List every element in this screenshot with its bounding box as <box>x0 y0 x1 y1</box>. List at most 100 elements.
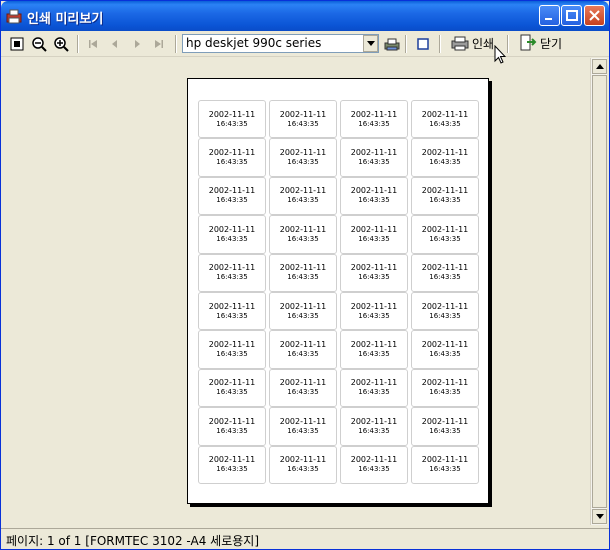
close-preview-button[interactable]: 닫기 <box>519 33 562 53</box>
label-cell: 2002-11-11 16:43:35 <box>340 407 408 446</box>
label-cell: 2002-11-11 16:43:35 <box>411 330 479 369</box>
label-time: 16:43:35 <box>429 234 461 243</box>
vertical-scrollbar[interactable] <box>590 58 607 525</box>
exit-door-icon <box>520 34 537 51</box>
label-time: 16:43:35 <box>358 196 390 205</box>
label-date: 2002-11-11 <box>208 263 256 273</box>
app-icon <box>6 8 22 24</box>
label-date: 2002-11-11 <box>350 186 398 196</box>
label-date: 2002-11-11 <box>279 224 327 234</box>
label-date: 2002-11-11 <box>350 224 398 234</box>
printer-select-dropdown-button[interactable] <box>363 35 378 52</box>
print-button[interactable]: 인쇄 <box>451 33 494 53</box>
previous-page-button[interactable] <box>105 34 125 54</box>
printer-select[interactable]: hp deskjet 990c series <box>182 34 379 53</box>
label-time: 16:43:35 <box>358 119 390 128</box>
label-date: 2002-11-11 <box>208 186 256 196</box>
label-time: 16:43:35 <box>287 234 319 243</box>
label-date: 2002-11-11 <box>421 109 469 119</box>
label-cell: 2002-11-11 16:43:35 <box>269 407 337 446</box>
next-page-button[interactable] <box>127 34 147 54</box>
label-cell: 2002-11-11 16:43:35 <box>411 291 479 331</box>
label-time: 16:43:35 <box>287 311 319 320</box>
zoom-in-button[interactable] <box>51 34 71 54</box>
label-time: 16:43:35 <box>358 465 390 474</box>
label-cell: 2002-11-11 16:43:35 <box>198 368 266 408</box>
label-cell: 2002-11-11 16:43:35 <box>411 176 479 216</box>
last-page-icon <box>155 40 163 48</box>
label-time: 16:43:35 <box>358 311 390 320</box>
first-page-icon <box>89 40 97 48</box>
label-date: 2002-11-11 <box>279 340 327 350</box>
label-time: 16:43:35 <box>216 196 248 205</box>
preview-page: 2002-11-11 16:43:35 2002-11-11 16:43:35 2002… <box>187 78 489 504</box>
label-cell: 2002-11-11 16:43:35 <box>411 138 479 177</box>
label-time: 16:43:35 <box>216 119 248 128</box>
label-time: 16:43:35 <box>429 158 461 167</box>
close-window-button[interactable] <box>584 5 605 26</box>
label-time: 16:43:35 <box>287 158 319 167</box>
label-time: 16:43:35 <box>287 119 319 128</box>
label-time: 16:43:35 <box>358 158 390 167</box>
label-date: 2002-11-11 <box>208 416 256 426</box>
label-cell: 2002-11-11 16:43:35 <box>198 253 266 292</box>
label-cell: 2002-11-11 16:43:35 <box>340 291 408 331</box>
label-date: 2002-11-11 <box>350 378 398 388</box>
scroll-down-button[interactable] <box>592 509 607 524</box>
arrow-up-icon <box>596 64 604 69</box>
chevron-down-icon <box>367 41 375 46</box>
label-cell: 2002-11-11 16:43:35 <box>340 215 408 254</box>
next-page-icon <box>135 40 140 48</box>
scroll-up-button[interactable] <box>592 59 607 74</box>
label-cell: 2002-11-11 16:43:35 <box>340 445 408 484</box>
maximize-button[interactable] <box>561 5 582 26</box>
label-cell: 2002-11-11 16:43:35 <box>411 445 479 484</box>
label-cell: 2002-11-11 16:43:35 <box>269 330 337 369</box>
label-time: 16:43:35 <box>216 388 248 397</box>
toolbar-separator <box>405 35 407 53</box>
zoom-in-icon <box>54 37 69 52</box>
label-time: 16:43:35 <box>287 388 319 397</box>
title-bar[interactable]: 인쇄 미리보기 <box>1 1 609 31</box>
label-time: 16:43:35 <box>429 119 461 128</box>
minimize-icon <box>545 18 552 20</box>
minimize-button[interactable] <box>539 5 560 26</box>
label-time: 16:43:35 <box>429 311 461 320</box>
page-setup-icon <box>417 38 429 50</box>
label-date: 2002-11-11 <box>350 109 398 119</box>
toolbar-separator <box>77 35 79 53</box>
label-date: 2002-11-11 <box>350 301 398 311</box>
label-date: 2002-11-11 <box>350 340 398 350</box>
label-cell: 2002-11-11 16:43:35 <box>269 291 337 331</box>
label-date: 2002-11-11 <box>350 148 398 158</box>
label-time: 16:43:35 <box>429 350 461 359</box>
scroll-thumb[interactable] <box>592 75 607 508</box>
first-page-button[interactable] <box>83 34 103 54</box>
label-cell: 2002-11-11 16:43:35 <box>269 368 337 408</box>
label-time: 16:43:35 <box>358 426 390 435</box>
close-icon <box>589 10 600 21</box>
printer-setup-button[interactable] <box>382 34 402 54</box>
label-date: 2002-11-11 <box>421 263 469 273</box>
arrow-down-icon <box>596 514 604 519</box>
zoom-out-button[interactable] <box>29 34 49 54</box>
one-page-button[interactable] <box>7 34 27 54</box>
page-setup-button[interactable] <box>413 34 433 54</box>
label-time: 16:43:35 <box>358 388 390 397</box>
label-cell: 2002-11-11 16:43:35 <box>411 215 479 254</box>
label-date: 2002-11-11 <box>279 416 327 426</box>
label-date: 2002-11-11 <box>350 263 398 273</box>
label-time: 16:43:35 <box>287 350 319 359</box>
label-date: 2002-11-11 <box>421 148 469 158</box>
label-time: 16:43:35 <box>429 273 461 282</box>
maximize-icon <box>566 10 578 21</box>
label-date: 2002-11-11 <box>279 263 327 273</box>
label-cell: 2002-11-11 16:43:35 <box>269 215 337 254</box>
label-time: 16:43:35 <box>358 234 390 243</box>
last-page-button[interactable] <box>149 34 169 54</box>
label-date: 2002-11-11 <box>421 455 469 465</box>
label-time: 16:43:35 <box>287 196 319 205</box>
close-preview-label: 닫기 <box>540 36 563 51</box>
mouse-cursor-icon <box>494 45 506 64</box>
label-cell: 2002-11-11 16:43:35 <box>340 176 408 216</box>
